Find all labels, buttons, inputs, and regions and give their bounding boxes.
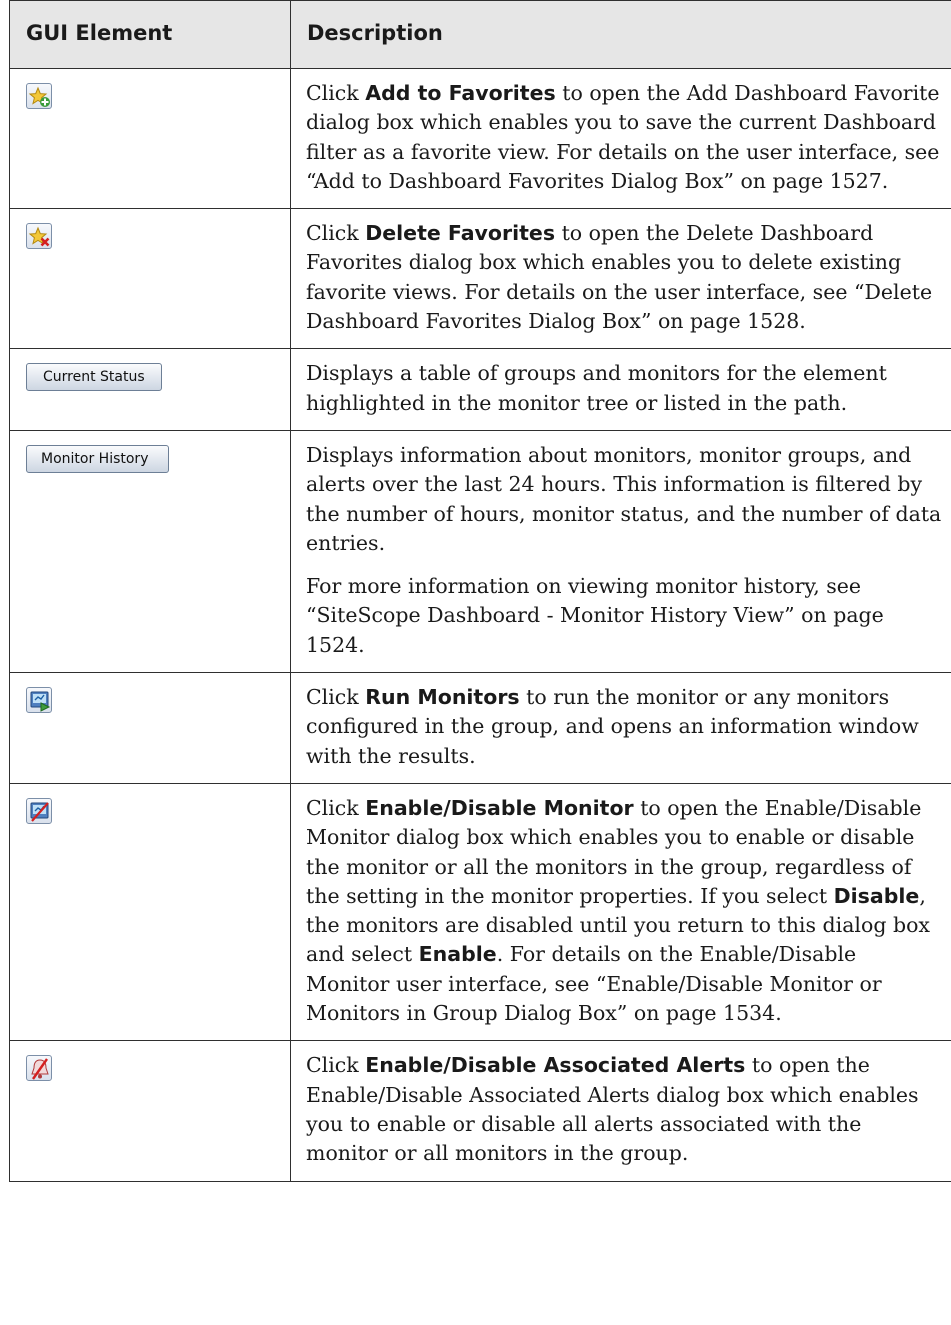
ui-term: Enable/Disable Monitor bbox=[365, 795, 634, 820]
gui-element-cell: Current Status bbox=[9, 348, 291, 431]
description-paragraph: Click Add to Favorites to open the Add D… bbox=[306, 79, 946, 196]
table-row: Click Run Monitors to run the monitor or… bbox=[9, 672, 951, 784]
description-paragraph: Displays a table of groups and monitors … bbox=[306, 359, 946, 418]
description-text: Click bbox=[306, 685, 366, 710]
header-gui-element: GUI Element bbox=[9, 0, 291, 69]
table-row: Click Add to Favorites to open the Add D… bbox=[9, 67, 951, 210]
description-cell: Click Enable/Disable Monitor to open the… bbox=[290, 782, 951, 1042]
description-text: Click bbox=[306, 795, 366, 820]
header-description: Description bbox=[290, 0, 951, 69]
ui-term: Add to Favorites bbox=[365, 81, 556, 105]
gui-element-cell bbox=[9, 782, 291, 1042]
delete-favorites-icon bbox=[26, 223, 52, 250]
description-cell: Click Enable/Disable Associated Alerts t… bbox=[290, 1040, 951, 1182]
gui-element-cell bbox=[9, 208, 291, 350]
gui-element-cell: Monitor History bbox=[9, 429, 291, 674]
description-text: For more information on viewing monitor … bbox=[306, 574, 884, 657]
enable-disable-monitor-icon bbox=[26, 797, 52, 824]
run-monitors-icon bbox=[26, 687, 52, 714]
description-text: Click bbox=[306, 81, 366, 105]
description-text: Displays information about monitors, mon… bbox=[306, 442, 942, 555]
add-to-favorites-icon bbox=[26, 83, 52, 109]
description-paragraph: Displays information about monitors, mon… bbox=[306, 441, 946, 558]
ui-term: Enable/Disable Associated Alerts bbox=[365, 1053, 746, 1078]
description-cell: Click Run Monitors to run the monitor or… bbox=[290, 672, 951, 784]
description-paragraph: Click Run Monitors to run the monitor or… bbox=[306, 683, 946, 771]
gui-element-cell bbox=[9, 1040, 291, 1182]
description-cell: Displays a table of groups and monitors … bbox=[290, 348, 951, 431]
description-cell: Click Delete Favorites to open the Delet… bbox=[290, 208, 951, 350]
ui-term: Delete Favorites bbox=[365, 221, 556, 246]
description-text: Click bbox=[306, 1053, 366, 1078]
enable-disable-alerts-icon bbox=[26, 1055, 52, 1082]
ui-term: Disable bbox=[833, 883, 920, 908]
ui-term: Run Monitors bbox=[365, 685, 520, 710]
ui-term: Enable bbox=[418, 942, 497, 967]
gui-element-cell bbox=[9, 67, 291, 210]
description-cell: Click Add to Favorites to open the Add D… bbox=[290, 67, 951, 210]
table-row: Click Delete Favorites to open the Delet… bbox=[9, 208, 951, 350]
description-paragraph: Click Enable/Disable Associated Alerts t… bbox=[306, 1051, 946, 1168]
description-text: Displays a table of groups and monitors … bbox=[306, 361, 887, 415]
table-row: Current Status Displays a table of groups… bbox=[9, 348, 951, 431]
gui-element-table: GUI Element Description Click Add to Fav… bbox=[9, 0, 951, 1182]
description-paragraph: Click Enable/Disable Monitor to open the… bbox=[306, 794, 946, 1028]
table-row: Click Enable/Disable Associated Alerts t… bbox=[9, 1040, 951, 1182]
current-status-button: Current Status bbox=[26, 363, 162, 392]
description-cell: Displays information about monitors, mon… bbox=[290, 429, 951, 674]
table-header-row: GUI Element Description bbox=[9, 0, 951, 69]
table-row: Monitor History Displays information abou… bbox=[9, 429, 951, 674]
gui-element-cell bbox=[9, 672, 291, 784]
table-row: Click Enable/Disable Monitor to open the… bbox=[9, 782, 951, 1042]
monitor-history-button: Monitor History bbox=[26, 444, 170, 473]
description-paragraph: For more information on viewing monitor … bbox=[306, 572, 946, 660]
description-text: Click bbox=[306, 221, 366, 246]
description-paragraph: Click Delete Favorites to open the Delet… bbox=[306, 219, 946, 336]
